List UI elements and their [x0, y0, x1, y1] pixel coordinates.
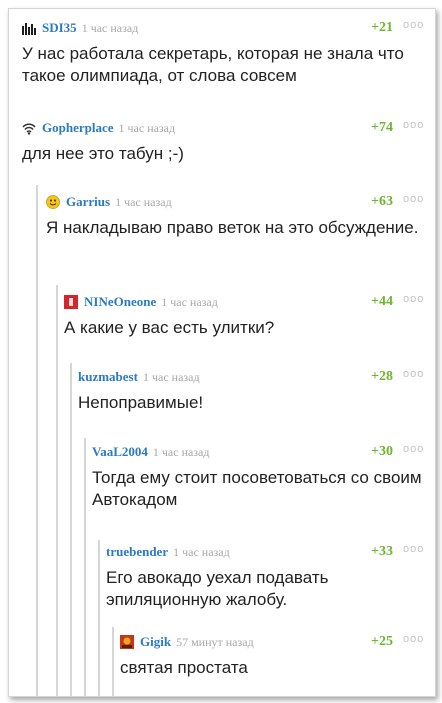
- comment-text: А какие у вас есть улитки?: [64, 318, 275, 337]
- thread-line: [112, 627, 114, 696]
- thread-line: [98, 540, 100, 696]
- comment-rating: +63: [371, 194, 393, 209]
- comment-text: У нас работала секретарь, которая не зна…: [22, 44, 404, 85]
- comment-header: Gopherplace 1 час назад +74 ooo: [22, 119, 426, 137]
- comments-thread: SDI35 1 час назад +21 ooo У нас работала…: [8, 8, 436, 697]
- red-square-avatar-icon[interactable]: [64, 295, 78, 309]
- comment-rating: +44: [371, 294, 393, 309]
- picture-avatar-icon[interactable]: [120, 635, 134, 649]
- equalizer-avatar-icon[interactable]: [22, 21, 36, 35]
- comment-text: святая простата: [120, 658, 248, 677]
- comment-menu-button[interactable]: ooo: [403, 193, 424, 205]
- comment-header: VaaL2004 1 час назад +30 ooo: [92, 443, 426, 461]
- comment-rating: +33: [371, 544, 393, 559]
- comment-time[interactable]: 1 час назад: [173, 545, 230, 560]
- comment-rating: +25: [371, 634, 393, 649]
- comment-menu-button[interactable]: ooo: [403, 119, 424, 131]
- comment-menu-button[interactable]: ooo: [403, 368, 424, 380]
- comment: SDI35 1 час назад +21 ooo У нас работала…: [22, 19, 426, 87]
- comment-text: Тогда ему стоит посоветоваться со своим …: [92, 468, 422, 509]
- author-link[interactable]: SDI35: [42, 20, 77, 36]
- comment-menu-button[interactable]: ooo: [403, 293, 424, 305]
- comment-header: Garrius 1 час назад +63 ooo: [46, 193, 426, 211]
- comment-header: kuzmabest 1 час назад +28 ooo: [78, 368, 426, 386]
- comment-rating: +30: [371, 444, 393, 459]
- comment-menu-button[interactable]: ooo: [403, 19, 424, 31]
- comment-time[interactable]: 1 час назад: [82, 21, 139, 36]
- thread-line: [84, 438, 86, 696]
- author-link[interactable]: Garrius: [66, 194, 110, 210]
- comment-time[interactable]: 1 час назад: [161, 295, 218, 310]
- comment: kuzmabest 1 час назад +28 ooo Непоправим…: [78, 368, 426, 414]
- comment-menu-button[interactable]: ooo: [403, 543, 424, 555]
- comment-header: Gigik 57 минут назад +25 ooo: [120, 633, 426, 651]
- comment-rating: +74: [371, 120, 393, 135]
- comment-text: Я накладываю право веток на это обсужден…: [46, 218, 419, 237]
- author-link[interactable]: kuzmabest: [78, 369, 138, 385]
- author-link[interactable]: NINeOneone: [84, 294, 156, 310]
- comment: Garrius 1 час назад +63 ooo Я накладываю…: [46, 193, 426, 239]
- comment-text: Непоправимые!: [78, 393, 204, 412]
- thread-line: [70, 363, 72, 696]
- comment-text: для нее это табун ;-): [22, 144, 184, 163]
- wifi-avatar-icon[interactable]: [22, 121, 36, 135]
- comment-time[interactable]: 1 час назад: [119, 121, 176, 136]
- comment-time[interactable]: 1 час назад: [115, 195, 172, 210]
- comment: VaaL2004 1 час назад +30 ooo Тогда ему с…: [92, 443, 426, 511]
- comment: truebender 1 час назад +33 ooo Его авока…: [106, 543, 426, 611]
- comment-header: NINeOneone 1 час назад +44 ooo: [64, 293, 426, 311]
- thread-line: [36, 185, 38, 696]
- author-link[interactable]: Gopherplace: [42, 120, 114, 136]
- author-link[interactable]: VaaL2004: [92, 444, 148, 460]
- comment-menu-button[interactable]: ooo: [403, 633, 424, 645]
- smiley-avatar-icon[interactable]: [46, 195, 60, 209]
- comment-header: truebender 1 час назад +33 ooo: [106, 543, 426, 561]
- comment-header: SDI35 1 час назад +21 ooo: [22, 19, 426, 37]
- thread-line: [56, 285, 58, 696]
- comment-time[interactable]: 1 час назад: [143, 370, 200, 385]
- author-link[interactable]: Gigik: [140, 634, 171, 650]
- comment-time[interactable]: 57 минут назад: [176, 635, 254, 650]
- author-link[interactable]: truebender: [106, 544, 168, 560]
- comment-rating: +28: [371, 369, 393, 384]
- comment: Gigik 57 минут назад +25 ooo святая прос…: [120, 633, 426, 679]
- comment: Gopherplace 1 час назад +74 ooo для нее …: [22, 119, 426, 165]
- comment-text: Его авокадо уехал подавать эпиляционную …: [106, 568, 329, 609]
- comment: NINeOneone 1 час назад +44 ooo А какие у…: [64, 293, 426, 339]
- comment-menu-button[interactable]: ooo: [403, 443, 424, 455]
- comment-time[interactable]: 1 час назад: [153, 445, 210, 460]
- comment-rating: +21: [371, 20, 393, 35]
